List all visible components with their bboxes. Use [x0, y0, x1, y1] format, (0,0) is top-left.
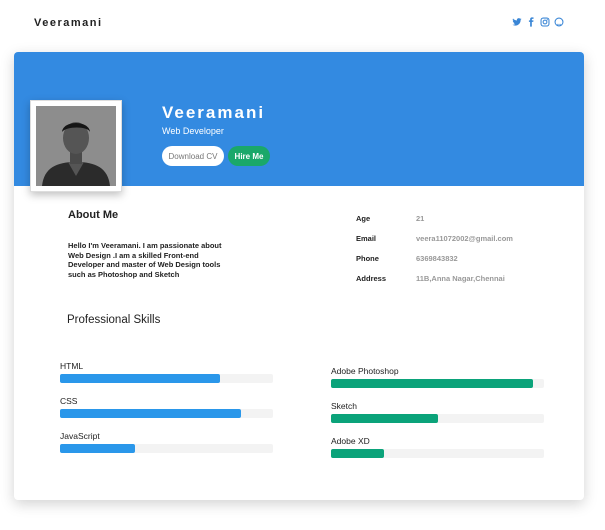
info-value: 6369843832 [416, 253, 458, 263]
info-row-address: Address 11B,Anna Nagar,Chennai [356, 268, 556, 288]
skills-right-column: Adobe Photoshop Sketch Adobe XD [331, 366, 544, 471]
twitter-icon[interactable] [512, 17, 522, 27]
info-label: Age [356, 213, 371, 223]
skill-bar [60, 374, 273, 383]
skill-name: Sketch [331, 401, 357, 411]
skill-name: JavaScript [60, 431, 100, 441]
skill-bar-fill [60, 374, 220, 383]
info-value: veera11072002@gmail.com [416, 233, 513, 243]
info-label: Address [356, 273, 387, 283]
skills-left-column: HTML CSS JavaScript [60, 361, 273, 466]
info-row-age: Age 21 [356, 208, 556, 228]
skill-bar [331, 449, 544, 458]
about-heading: About Me [68, 209, 119, 221]
download-cv-button[interactable]: Download CV [162, 146, 224, 166]
skill-name: Adobe Photoshop [331, 366, 399, 376]
brand-name[interactable]: Veeramani [34, 17, 103, 29]
instagram-icon[interactable] [540, 17, 550, 27]
skill-bar-fill [331, 414, 438, 423]
facebook-icon[interactable] [526, 17, 536, 27]
avatar-photo [36, 106, 116, 186]
profile-role: Web Developer [162, 126, 224, 136]
skill-bar [60, 444, 273, 453]
skill-name: CSS [60, 396, 78, 406]
skill-bar-fill [331, 449, 385, 458]
skill-item: CSS [60, 396, 273, 431]
social-links [512, 17, 564, 27]
contact-info: Age 21 Email veera11072002@gmail.com Pho… [356, 208, 556, 288]
hire-me-button[interactable]: Hire Me [228, 146, 270, 166]
profile-card: Veeramani Web Developer Download CV Hire… [14, 52, 584, 500]
skill-bar-fill [331, 379, 534, 388]
info-value: 21 [416, 213, 425, 223]
skill-name: HTML [60, 361, 84, 371]
info-row-phone: Phone 6369843832 [356, 248, 556, 268]
skill-item: Adobe XD [331, 436, 544, 471]
skill-item: HTML [60, 361, 273, 396]
about-text: Hello I'm Veeramani. I am passionate abo… [68, 241, 222, 279]
skill-item: JavaScript [60, 431, 273, 466]
info-label: Email [356, 233, 377, 243]
skill-name: Adobe XD [331, 436, 370, 446]
skill-item: Adobe Photoshop [331, 366, 544, 401]
skill-bar [60, 409, 273, 418]
skill-bar-fill [60, 444, 135, 453]
info-value: 11B,Anna Nagar,Chennai [416, 273, 505, 283]
skill-bar [331, 379, 544, 388]
skill-item: Sketch [331, 401, 544, 436]
skill-bar-fill [60, 409, 242, 418]
avatar [30, 100, 122, 192]
skill-bar [331, 414, 544, 423]
profile-name: Veeramani [162, 103, 266, 122]
info-row-email: Email veera11072002@gmail.com [356, 228, 556, 248]
skills-heading: Professional Skills [67, 314, 161, 326]
github-icon[interactable] [554, 17, 564, 27]
info-label: Phone [356, 253, 379, 263]
